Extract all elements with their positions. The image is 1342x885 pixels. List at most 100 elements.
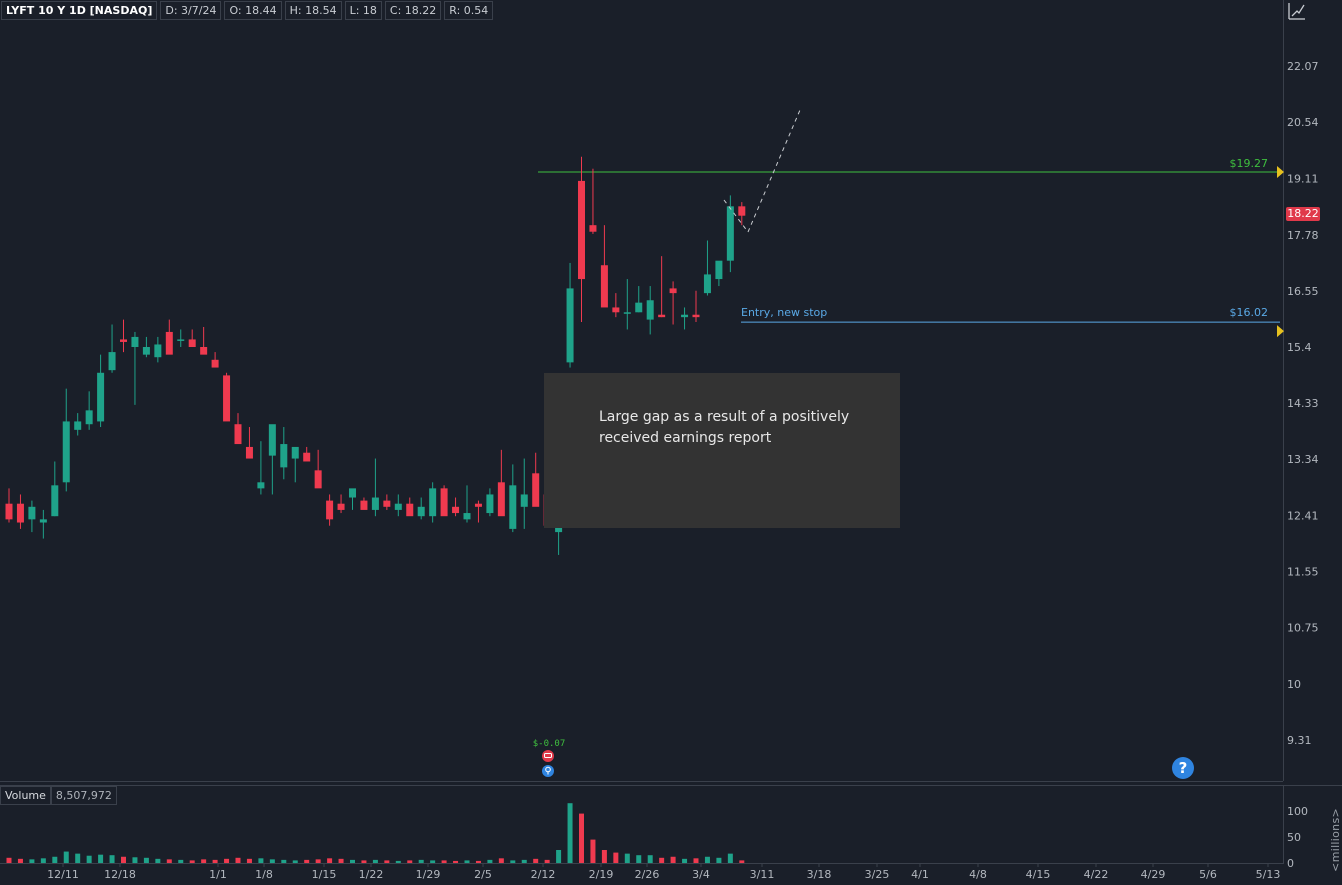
volume-bar[interactable] [292, 860, 298, 863]
volume-bar[interactable] [361, 860, 367, 863]
candle-body[interactable] [658, 314, 666, 318]
candle-body[interactable] [589, 225, 597, 232]
volume-bar[interactable] [350, 859, 355, 863]
volume-bar[interactable] [304, 859, 310, 863]
volume-bar[interactable] [224, 858, 230, 863]
volume-bar[interactable] [567, 803, 573, 863]
volume-bar[interactable] [739, 860, 745, 863]
candle-body[interactable] [234, 424, 242, 445]
candle-body[interactable] [62, 421, 70, 483]
volume-bar[interactable] [52, 856, 58, 863]
candle-body[interactable] [383, 500, 391, 507]
volume-title[interactable]: Volume [0, 786, 51, 805]
candle-body[interactable] [509, 485, 517, 529]
candle-body[interactable] [635, 302, 643, 313]
help-button[interactable]: ? [1172, 757, 1194, 779]
candle-body[interactable] [326, 500, 334, 520]
volume-bar[interactable] [510, 860, 516, 863]
candle-body[interactable] [165, 331, 173, 355]
volume-bar[interactable] [40, 858, 46, 863]
candle-body[interactable] [223, 375, 231, 422]
volume-bar[interactable] [659, 857, 665, 863]
candle-body[interactable] [51, 485, 59, 517]
volume-bar[interactable] [453, 860, 459, 863]
volume-bar[interactable] [601, 850, 607, 863]
candle-body[interactable] [303, 452, 311, 462]
volume-bar[interactable] [682, 858, 688, 863]
volume-bar[interactable] [269, 859, 275, 863]
volume-bar[interactable] [29, 859, 35, 863]
candle-body[interactable] [566, 288, 574, 363]
volume-bar[interactable] [395, 860, 401, 863]
volume-bar[interactable] [63, 851, 69, 863]
candle-body[interactable] [429, 488, 437, 517]
candle-body[interactable] [715, 260, 723, 280]
volume-bar[interactable] [418, 859, 424, 863]
volume-bar[interactable] [647, 855, 653, 863]
lightbulb-icon[interactable] [542, 765, 554, 777]
candle-body[interactable] [532, 473, 540, 507]
candle-body[interactable] [74, 421, 82, 430]
candle-body[interactable] [646, 300, 654, 320]
candle-body[interactable] [669, 288, 677, 294]
candle-body[interactable] [452, 506, 460, 514]
volume-bar[interactable] [556, 850, 562, 863]
volume-bar[interactable] [121, 856, 126, 863]
candle-body[interactable] [417, 506, 425, 517]
candle-body[interactable] [486, 494, 494, 514]
volume-bar[interactable] [75, 853, 81, 863]
volume-bar[interactable] [281, 859, 287, 863]
candle-body[interactable] [142, 347, 150, 355]
candle-body[interactable] [612, 307, 620, 313]
volume-bar[interactable] [533, 858, 539, 863]
candle-body[interactable] [85, 410, 93, 425]
volume-bar[interactable] [201, 859, 207, 863]
candle-body[interactable] [520, 494, 528, 507]
volume-bar[interactable] [246, 858, 252, 863]
candle-body[interactable] [371, 497, 379, 510]
volume-bar[interactable] [384, 860, 390, 863]
volume-bar[interactable] [624, 853, 630, 863]
volume-bar[interactable] [109, 855, 115, 863]
volume-bar[interactable] [407, 860, 413, 863]
volume-bar[interactable] [430, 860, 436, 863]
volume-bar[interactable] [636, 855, 642, 863]
drawing-tools-icon[interactable] [1288, 2, 1306, 20]
candle-body[interactable] [268, 424, 276, 456]
volume-bar[interactable] [6, 857, 12, 863]
candle-body[interactable] [177, 339, 185, 341]
candle-body[interactable] [314, 470, 322, 489]
volume-bar[interactable] [487, 859, 493, 863]
candle-body[interactable] [154, 344, 162, 358]
volume-bar[interactable] [475, 860, 481, 863]
candle-body[interactable] [623, 312, 631, 314]
candle-body[interactable] [440, 488, 448, 517]
candle-body[interactable] [681, 314, 689, 318]
candle-body[interactable] [188, 339, 196, 348]
candle-body[interactable] [406, 503, 414, 517]
volume-bar[interactable] [704, 856, 710, 863]
candle-body[interactable] [349, 488, 356, 498]
volume-bar[interactable] [17, 858, 23, 863]
volume-bar[interactable] [579, 813, 584, 863]
volume-bar[interactable] [189, 860, 195, 863]
volume-bar[interactable] [544, 859, 550, 863]
candle-body[interactable] [291, 446, 299, 459]
candle-body[interactable] [257, 482, 265, 489]
volume-bar[interactable] [613, 852, 619, 863]
candle-body[interactable] [692, 314, 700, 318]
volume-bar[interactable] [521, 859, 527, 863]
candle-body[interactable] [394, 503, 402, 510]
candle-body[interactable] [703, 274, 711, 294]
candle-body[interactable] [5, 503, 13, 520]
volume-bar[interactable] [441, 860, 447, 863]
volume-bar[interactable] [132, 857, 138, 863]
candle-body[interactable] [280, 444, 288, 468]
volume-bar[interactable] [155, 858, 161, 863]
candle-body[interactable] [211, 359, 219, 368]
volume-bar[interactable] [258, 858, 264, 863]
candle-body[interactable] [120, 339, 127, 342]
phone-icon[interactable] [542, 750, 554, 762]
candle-body[interactable] [200, 347, 208, 355]
candle-body[interactable] [108, 352, 116, 371]
